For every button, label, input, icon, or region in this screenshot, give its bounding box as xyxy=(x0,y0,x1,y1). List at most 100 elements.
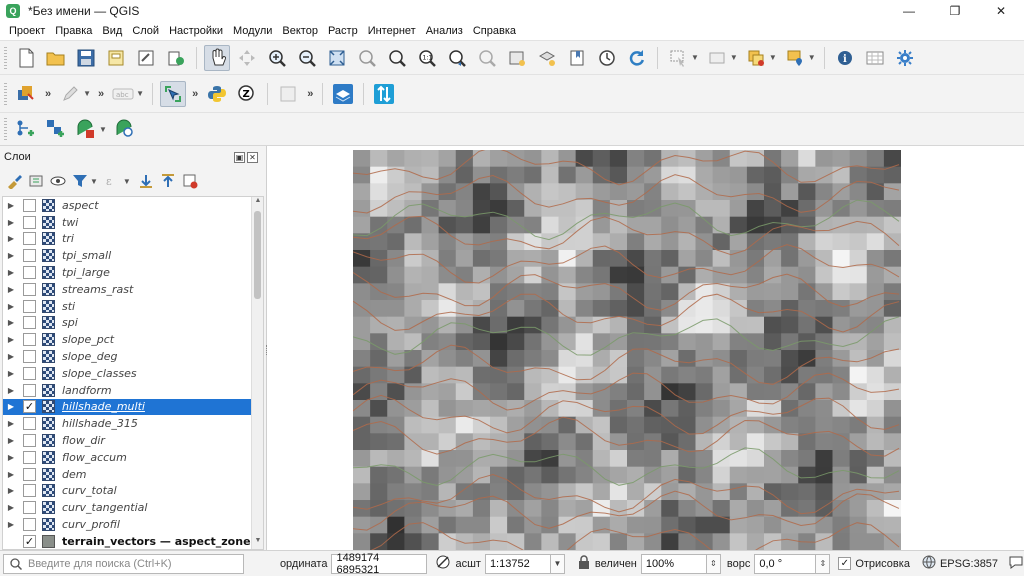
data-source-manager-icon[interactable] xyxy=(13,81,39,107)
chevron-down-icon[interactable]: ▼ xyxy=(769,53,777,62)
layer-visibility-checkbox[interactable] xyxy=(23,450,36,464)
expand-arrow-icon[interactable]: ▶ xyxy=(5,302,17,311)
layer-visibility-checkbox[interactable] xyxy=(23,215,36,229)
layer-visibility-checkbox[interactable] xyxy=(23,266,36,280)
layer-item-tpi-large[interactable]: ▶ tpi_large xyxy=(3,264,263,281)
expand-arrow-icon[interactable]: ▶ xyxy=(5,251,17,260)
expand-arrow-icon[interactable]: ▶ xyxy=(5,218,17,227)
chevron-down-icon[interactable]: ▼ xyxy=(136,89,144,98)
search-feature-icon[interactable] xyxy=(112,116,138,142)
maximize-button[interactable]: ❐ xyxy=(932,0,978,22)
layer-item-aspect[interactable]: ▶ aspect xyxy=(3,197,263,214)
crs-globe-icon[interactable] xyxy=(922,555,936,572)
toggle-editing-icon[interactable] xyxy=(57,81,83,107)
pan-to-selection-icon[interactable] xyxy=(234,45,260,71)
open-styling-icon[interactable] xyxy=(4,171,24,191)
expand-arrow-icon[interactable]: ▶ xyxy=(5,234,17,243)
layer-item-dem[interactable]: ▶ dem xyxy=(3,466,263,483)
layout-manager-icon[interactable] xyxy=(133,45,159,71)
select-by-value-icon[interactable] xyxy=(704,45,730,71)
expand-arrow-icon[interactable]: ▶ xyxy=(5,268,17,277)
expand-arrow-icon[interactable]: ▶ xyxy=(5,369,17,378)
render-checkbox[interactable]: ✓ xyxy=(838,557,852,570)
scale-field[interactable]: 1:13752 xyxy=(484,553,551,574)
toolbar-grip[interactable] xyxy=(4,82,7,105)
map-canvas[interactable] xyxy=(268,146,1024,550)
processing-toolbox-icon[interactable] xyxy=(892,45,918,71)
expand-arrow-icon[interactable]: ▶ xyxy=(5,318,17,327)
layer-visibility-checkbox[interactable] xyxy=(23,434,36,448)
expand-arrow-icon[interactable]: ▶ xyxy=(5,386,17,395)
toggle-extents-icon[interactable] xyxy=(435,554,451,573)
expand-arrow-icon[interactable]: ▶ xyxy=(5,470,17,479)
identify-features-icon[interactable]: i xyxy=(832,45,858,71)
layer-item-streams-rast[interactable]: ▶ streams_rast xyxy=(3,281,263,298)
remove-layer-icon[interactable] xyxy=(180,171,200,191)
layer-tree-scrollbar[interactable]: ▲ ▼ xyxy=(251,197,263,549)
layer-item-curv-profil[interactable]: ▶ curv_profil xyxy=(3,516,263,533)
digitize-pointer-icon[interactable] xyxy=(160,80,187,107)
attribute-table-icon[interactable] xyxy=(862,45,888,71)
expand-all-icon[interactable] xyxy=(136,171,156,191)
lock-scale-icon[interactable] xyxy=(577,554,591,573)
layer-item-spi[interactable]: ▶ spi xyxy=(3,315,263,332)
zoom-to-selection-icon[interactable] xyxy=(354,45,380,71)
expand-arrow-icon[interactable]: ▶ xyxy=(5,285,17,294)
zoom-next-icon[interactable] xyxy=(474,45,500,71)
chevron-down-icon[interactable]: ▼ xyxy=(730,53,738,62)
scroll-down-icon[interactable]: ▼ xyxy=(252,537,263,549)
toolbar-grip[interactable] xyxy=(4,46,7,69)
more-tools-icon[interactable]: » xyxy=(192,88,198,100)
layer-item-sti[interactable]: ▶ sti xyxy=(3,298,263,315)
layer-visibility-checkbox[interactable] xyxy=(23,299,36,313)
minimize-button[interactable]: — xyxy=(886,0,932,22)
add-group-icon[interactable] xyxy=(26,171,46,191)
label-tool-icon[interactable]: abc xyxy=(110,81,136,107)
expand-arrow-icon[interactable]: ▶ xyxy=(5,201,17,210)
filter-expression-icon[interactable]: ε xyxy=(103,171,123,191)
more-tools-icon[interactable]: » xyxy=(45,88,51,100)
layer-item-flow-accum[interactable]: ▶ flow_accum xyxy=(3,449,263,466)
pan-map-icon[interactable] xyxy=(204,44,230,71)
expand-arrow-icon[interactable]: ▶ xyxy=(5,503,17,512)
layer-visibility-checkbox[interactable]: ✓ xyxy=(23,400,36,414)
refresh-icon[interactable] xyxy=(624,45,650,71)
layer-visibility-checkbox[interactable] xyxy=(23,249,36,263)
chevron-down-icon[interactable]: ▼ xyxy=(808,53,816,62)
manage-visibility-icon[interactable] xyxy=(48,171,68,191)
expand-arrow-icon[interactable]: ▶ xyxy=(5,335,17,344)
layer-visibility-checkbox[interactable] xyxy=(23,383,36,397)
layer-item-slope-classes[interactable]: ▶ slope_classes xyxy=(3,365,263,382)
layer-item-tpi-small[interactable]: ▶ tpi_small xyxy=(3,247,263,264)
new-map-view-icon[interactable] xyxy=(504,45,530,71)
remove-feature-icon[interactable] xyxy=(73,116,99,142)
menu-raster[interactable]: Растр xyxy=(323,25,363,37)
menu-help[interactable]: Справка xyxy=(468,25,521,37)
new-3d-map-view-icon[interactable] xyxy=(534,45,560,71)
chevron-down-icon[interactable]: ▼ xyxy=(123,177,131,186)
layer-item-hillshade-multi[interactable]: ▶ ✓ hillshade_multi xyxy=(3,398,263,416)
expand-arrow-icon[interactable]: ▶ xyxy=(5,419,17,428)
python-console-icon[interactable] xyxy=(204,81,230,107)
deselect-all-icon[interactable] xyxy=(743,45,769,71)
scroll-thumb[interactable] xyxy=(254,211,261,299)
sort-layers-icon[interactable] xyxy=(371,81,397,107)
float-panel-icon[interactable]: ▣ xyxy=(234,151,245,163)
close-button[interactable]: ✕ xyxy=(978,0,1024,22)
expand-arrow-icon[interactable]: ▶ xyxy=(5,352,17,361)
close-panel-icon[interactable]: ✕ xyxy=(247,151,258,163)
layer-item-hillshade-315[interactable]: ▶ hillshade_315 xyxy=(3,415,263,432)
menu-settings[interactable]: Настройки xyxy=(164,25,228,37)
layer-styling-icon[interactable] xyxy=(330,81,356,107)
menu-plugins[interactable]: Модули xyxy=(228,25,277,37)
menu-web[interactable]: Интернет xyxy=(363,25,421,37)
filter-legend-icon[interactable] xyxy=(70,171,90,191)
layer-item-slope-pct[interactable]: ▶ slope_pct xyxy=(3,331,263,348)
layer-visibility-checkbox[interactable] xyxy=(23,198,36,212)
layer-visibility-checkbox[interactable] xyxy=(23,518,36,532)
layer-item-landform[interactable]: ▶ landform xyxy=(3,382,263,399)
zoom-in-icon[interactable] xyxy=(264,45,290,71)
layer-item-curv-tangential[interactable]: ▶ curv_tangential xyxy=(3,499,263,516)
layer-item-terrain-vectors[interactable]: ✓ terrain_vectors — aspect_zones xyxy=(3,533,263,549)
zoom-out-icon[interactable] xyxy=(294,45,320,71)
